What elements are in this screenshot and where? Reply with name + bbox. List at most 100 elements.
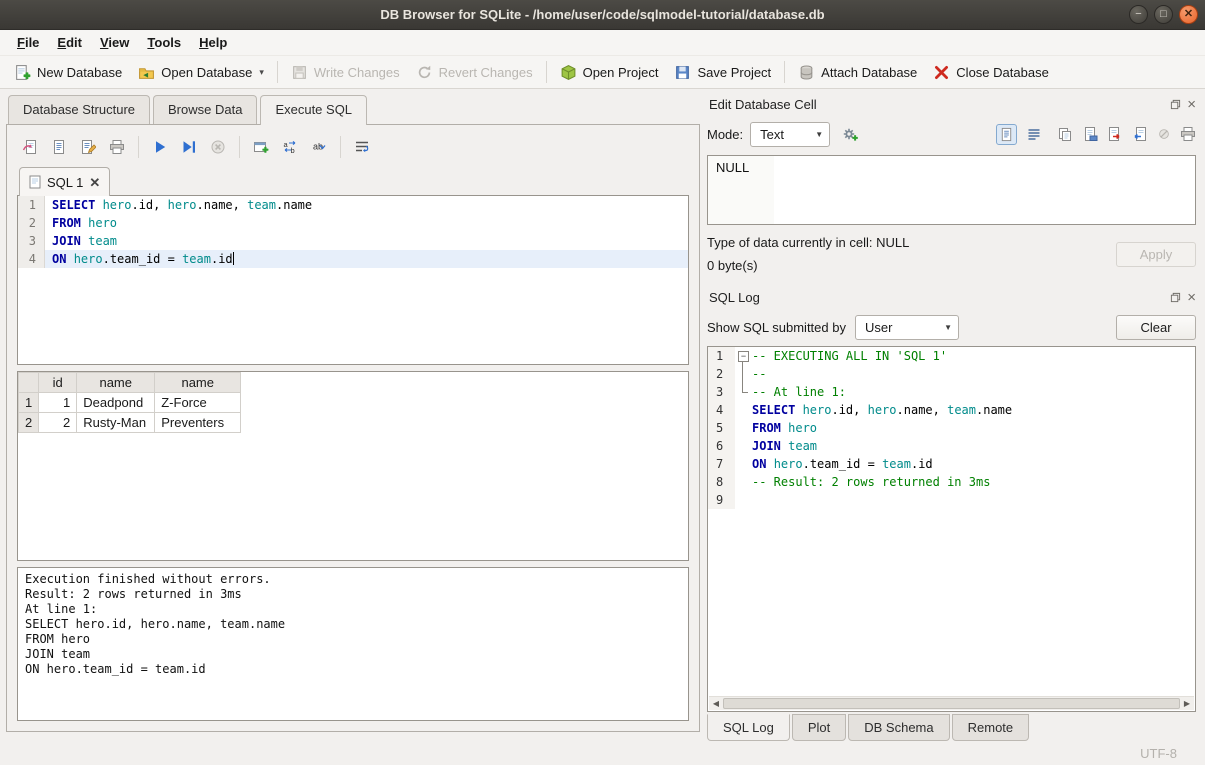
sql-tab-close-icon[interactable]: ✕ xyxy=(89,176,100,189)
line-number: 9 xyxy=(708,491,735,509)
float-dock-icon[interactable] xyxy=(1170,292,1181,303)
table-cell[interactable]: Rusty-Man xyxy=(77,413,155,433)
table-cell[interactable]: 1 xyxy=(39,393,77,413)
line-number: 3 xyxy=(708,383,735,401)
sql-log-lines: 1-- EXECUTING ALL IN 'SQL 1'2--3-- At li… xyxy=(708,347,1195,509)
row-header[interactable]: 2 xyxy=(19,413,39,433)
mode-label: Mode: xyxy=(707,127,743,142)
sql-file-tab[interactable]: SQL 1 ✕ xyxy=(19,167,110,196)
float-dock-icon[interactable] xyxy=(1170,99,1181,110)
save-project-button[interactable]: Save Project xyxy=(666,60,779,85)
menu-view[interactable]: View xyxy=(91,32,138,53)
menu-file[interactable]: File xyxy=(8,32,48,53)
minimize-button[interactable]: − xyxy=(1129,5,1148,24)
clear-button[interactable]: Clear xyxy=(1116,315,1196,340)
maximize-button[interactable]: □ xyxy=(1154,5,1173,24)
word-wrap-toggle-icon[interactable] xyxy=(1026,126,1042,142)
table-cell[interactable]: Z-Force xyxy=(155,393,241,413)
open-database-dropdown-icon[interactable]: ▾ xyxy=(259,67,264,78)
print-icon[interactable] xyxy=(104,135,130,159)
close-dock-icon[interactable]: × xyxy=(1187,290,1196,305)
fold-column xyxy=(735,401,752,419)
statusbar: UTF-8 xyxy=(0,741,1205,765)
code-line: 3JOIN team xyxy=(18,232,688,250)
table-cell[interactable]: 2 xyxy=(39,413,77,433)
execute-current-line-icon[interactable] xyxy=(176,135,202,159)
new-tab-icon[interactable] xyxy=(248,135,274,159)
new-database-button[interactable]: New Database xyxy=(6,60,130,85)
results-column-header[interactable]: id xyxy=(39,373,77,393)
sql-log-view[interactable]: 1-- EXECUTING ALL IN 'SQL 1'2--3-- At li… xyxy=(707,346,1196,712)
main-toolbar: New Database Open Database ▾ Write Chang… xyxy=(0,56,1205,89)
menu-edit[interactable]: Edit xyxy=(48,32,91,53)
print-cell-icon[interactable] xyxy=(1180,126,1196,142)
submitted-by-combobox[interactable]: User ▼ xyxy=(855,315,959,340)
scrollbar-thumb[interactable] xyxy=(723,698,1180,709)
code-line: 2FROM hero xyxy=(18,214,688,232)
code-line: 1SELECT hero.id, hero.name, team.name xyxy=(18,196,688,214)
scroll-right-icon[interactable]: ▶ xyxy=(1180,699,1194,708)
text-mode-icon[interactable] xyxy=(996,124,1017,145)
encoding-indicator[interactable]: UTF-8 xyxy=(1140,746,1177,761)
attach-database-button[interactable]: Attach Database xyxy=(790,60,925,85)
svg-text:a: a xyxy=(284,140,289,149)
open-sql-file-icon[interactable] xyxy=(17,135,43,159)
fold-column xyxy=(735,473,752,491)
table-cell[interactable]: Deadpond xyxy=(77,393,155,413)
tab-remote[interactable]: Remote xyxy=(952,714,1030,741)
code-line: 8-- Result: 2 rows returned in 3ms xyxy=(708,473,1195,491)
line-number: 2 xyxy=(708,365,735,383)
code-line: 5FROM hero xyxy=(708,419,1195,437)
cell-value: NULL xyxy=(708,156,774,224)
tab-execute-sql[interactable]: Execute SQL xyxy=(260,95,367,125)
close-database-button[interactable]: Close Database xyxy=(925,60,1057,85)
set-null-icon xyxy=(1157,127,1171,141)
open-database-button[interactable]: Open Database ▾ xyxy=(130,60,272,85)
toolbar-separator xyxy=(784,61,785,83)
close-dock-icon[interactable]: × xyxy=(1187,97,1196,112)
word-wrap-icon[interactable] xyxy=(349,135,375,159)
code-line: 6JOIN team xyxy=(708,437,1195,455)
tab-sql-log[interactable]: SQL Log xyxy=(707,714,790,741)
tab-database-structure[interactable]: Database Structure xyxy=(8,95,150,124)
tab-plot[interactable]: Plot xyxy=(792,714,846,741)
menu-help[interactable]: Help xyxy=(190,32,236,53)
open-project-icon xyxy=(560,64,577,81)
close-button[interactable]: ✕ xyxy=(1179,5,1198,24)
import-file-icon[interactable] xyxy=(1132,126,1148,142)
revert-changes-button: Revert Changes xyxy=(408,60,541,85)
line-number: 1 xyxy=(18,196,45,214)
execute-all-icon[interactable] xyxy=(147,135,173,159)
sql-log-title: SQL Log xyxy=(707,290,1170,305)
fold-column xyxy=(735,419,752,437)
open-project-button[interactable]: Open Project xyxy=(552,60,667,85)
scroll-left-icon[interactable]: ◀ xyxy=(709,699,723,708)
save-sql-file-icon[interactable] xyxy=(46,135,72,159)
save-project-icon xyxy=(674,64,691,81)
find-replace-icon[interactable]: ab xyxy=(277,135,303,159)
tab-browse-data[interactable]: Browse Data xyxy=(153,95,257,124)
filter-label: Show SQL submitted by xyxy=(707,320,846,335)
table-cell[interactable]: Preventers xyxy=(155,413,241,433)
cell-editor[interactable]: NULL xyxy=(707,155,1196,225)
copy-icon[interactable] xyxy=(1057,126,1073,142)
save-icon[interactable] xyxy=(1082,126,1098,142)
results-column-header[interactable]: name xyxy=(155,373,241,393)
settings-icon[interactable] xyxy=(837,122,863,146)
text-cursor xyxy=(233,252,234,265)
fold-column xyxy=(735,491,752,509)
sql-log-dock-header: SQL Log × xyxy=(707,286,1196,308)
save-sql-file-as-icon[interactable] xyxy=(75,135,101,159)
autocomplete-icon[interactable]: ab xyxy=(306,135,332,159)
horizontal-scrollbar[interactable]: ◀ ▶ xyxy=(709,696,1194,710)
mode-combobox[interactable]: Text ▼ xyxy=(750,122,830,147)
menu-tools[interactable]: Tools xyxy=(138,32,190,53)
revert-changes-icon xyxy=(416,64,433,81)
export-file-icon[interactable] xyxy=(1107,126,1123,142)
results-column-header[interactable]: name xyxy=(77,373,155,393)
row-header[interactable]: 1 xyxy=(19,393,39,413)
chevron-down-icon: ▼ xyxy=(815,130,823,139)
tab-db-schema[interactable]: DB Schema xyxy=(848,714,949,741)
sql-editor[interactable]: 1SELECT hero.id, hero.name, team.name2FR… xyxy=(17,195,689,365)
fold-marker-icon[interactable] xyxy=(735,347,752,365)
